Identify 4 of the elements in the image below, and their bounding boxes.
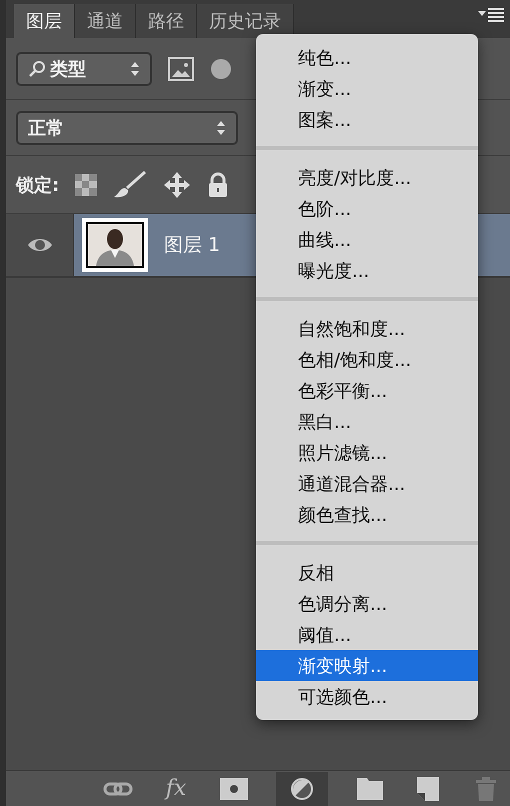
blend-mode-value: 正常 bbox=[28, 116, 64, 140]
lock-label: 锁定: bbox=[16, 174, 60, 196]
filter-value: 类型 bbox=[50, 58, 86, 80]
layer-name: 图层 1 bbox=[164, 233, 220, 258]
